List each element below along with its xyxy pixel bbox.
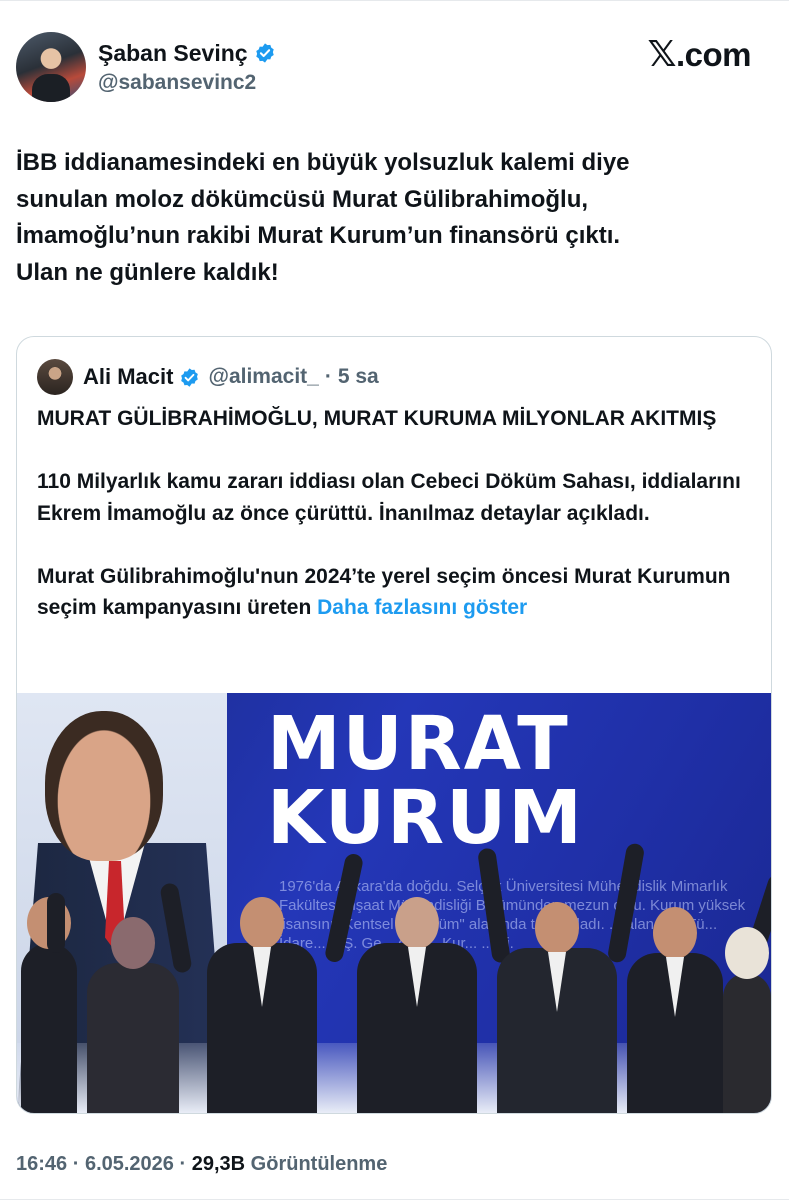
author-handle[interactable]: @sabansevinc2 xyxy=(98,71,276,95)
dot-separator: · xyxy=(179,1153,187,1175)
author-info: Şaban Sevinç @sabansevinc2 xyxy=(98,39,276,95)
poster-face xyxy=(45,711,163,861)
tweet-time[interactable]: 16:46 xyxy=(16,1153,67,1175)
quoted-tweet-time[interactable]: 5 sa xyxy=(338,365,379,389)
stage-person-3 xyxy=(207,897,317,1113)
person-shirt xyxy=(408,947,426,1007)
quoted-paragraph-1: MURAT GÜLİBRAHİMOĞLU, MURAT KURUMA MİLYO… xyxy=(37,407,717,430)
x-logo-text: .com xyxy=(675,36,752,73)
stage-person-5 xyxy=(497,902,617,1113)
stage-person-1 xyxy=(21,897,77,1113)
author-name-row: Şaban Sevinç xyxy=(98,39,276,67)
quoted-tweet-card[interactable]: Ali Macit @alimacit_ · 5 sa MURAT GÜLİBR… xyxy=(16,336,772,1114)
stage-person-6 xyxy=(627,907,723,1113)
dot-separator: · xyxy=(72,1153,80,1175)
verified-badge-icon xyxy=(181,367,199,387)
verified-badge-icon xyxy=(255,43,274,63)
raised-arm xyxy=(47,893,65,953)
quoted-author-avatar[interactable] xyxy=(37,359,73,395)
stage-person-2 xyxy=(87,917,179,1113)
author-name[interactable]: Şaban Sevinç xyxy=(98,39,248,67)
tweet-date[interactable]: 6.05.2026 xyxy=(85,1153,174,1175)
person-head xyxy=(725,927,769,979)
person-shirt xyxy=(666,957,684,1017)
views-count[interactable]: 29,3B xyxy=(192,1153,245,1175)
poster-title-line2: KURUM xyxy=(267,775,584,861)
tweet-meta: 16:46 · 6.05.2026 · 29,3B Görüntülenme xyxy=(16,1153,387,1176)
quoted-author-name[interactable]: Ali Macit xyxy=(83,364,173,390)
person-head xyxy=(395,897,439,949)
quoted-tweet-image[interactable]: MURAT KURUM 1976'da Ankara'da doğdu. Sel… xyxy=(17,693,771,1113)
person-head xyxy=(111,917,155,969)
top-divider xyxy=(0,0,789,1)
stage-person-4 xyxy=(357,897,477,1113)
dot-separator: · xyxy=(324,365,332,388)
author-avatar[interactable] xyxy=(16,32,86,102)
person-head xyxy=(653,907,697,959)
tweet-text: İBB iddianamesindeki en büyük yolsuzluk … xyxy=(16,149,630,286)
x-logo-icon: 𝕏 xyxy=(647,34,676,75)
person-head xyxy=(535,902,579,954)
views-label: Görüntülenme xyxy=(250,1153,388,1175)
quoted-author-handle[interactable]: @alimacit_ xyxy=(208,365,318,389)
show-more-link[interactable]: Daha fazlasını göster xyxy=(317,596,527,619)
poster-title: MURAT KURUM xyxy=(267,707,584,855)
quoted-paragraph-2: 110 Milyarlık kamu zararı iddiası olan C… xyxy=(37,470,741,525)
quoted-tweet-body: MURAT GÜLİBRAHİMOĞLU, MURAT KURUMA MİLYO… xyxy=(37,403,753,624)
tweet-author[interactable]: Şaban Sevinç @sabansevinc2 xyxy=(16,32,276,102)
person-head xyxy=(240,897,284,949)
stage-person-7 xyxy=(723,927,771,1113)
x-logo: 𝕏.com xyxy=(647,34,751,75)
poster-title-line1: MURAT xyxy=(267,701,570,787)
person-shirt xyxy=(253,947,271,1007)
person-shirt xyxy=(548,952,566,1012)
quoted-tweet-header: Ali Macit @alimacit_ · 5 sa xyxy=(37,359,379,395)
quoted-paragraph-3: Murat Gülibrahimoğlu'nun 2024’te yerel s… xyxy=(37,561,753,624)
